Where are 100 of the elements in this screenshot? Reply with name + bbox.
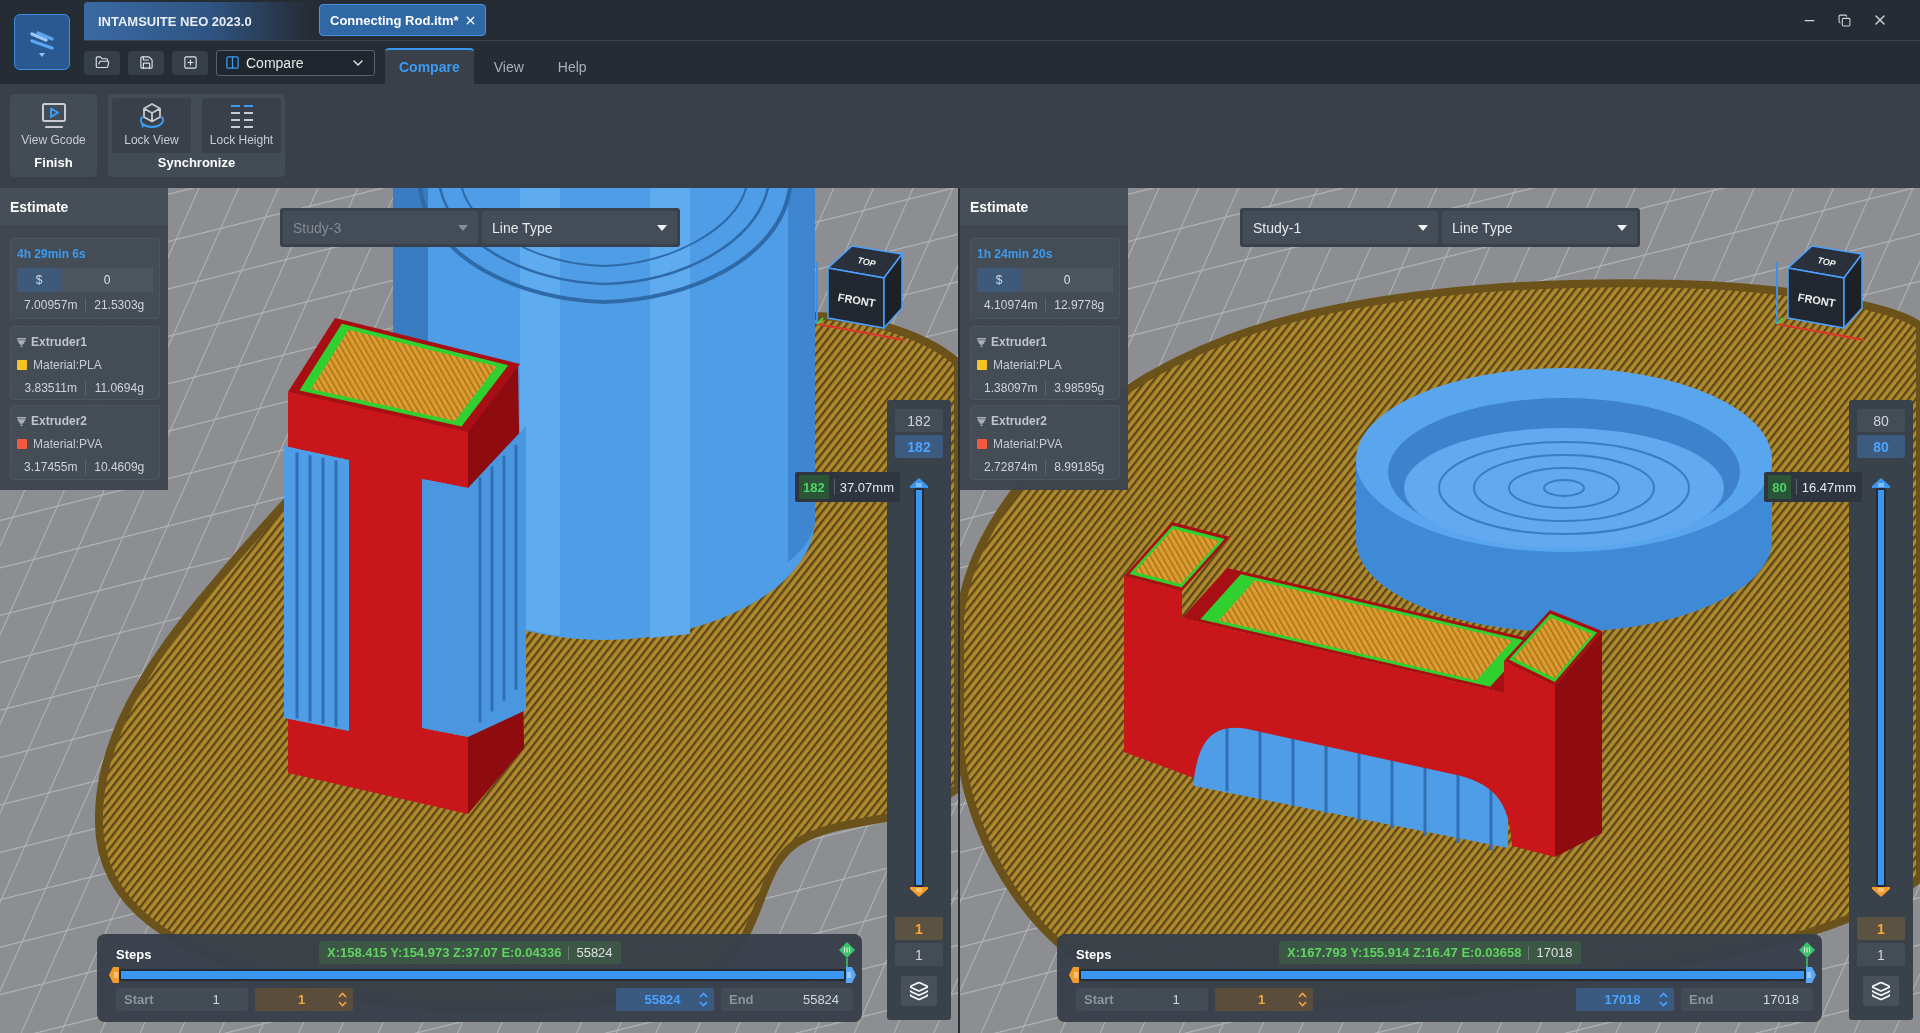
layer-view-button[interactable]: [901, 976, 937, 1006]
lower-layer-field[interactable]: 1: [895, 917, 943, 940]
cost-value: 0: [61, 268, 153, 292]
lower-layer-field[interactable]: 1: [1857, 917, 1905, 940]
caret-icon: [1418, 224, 1428, 231]
cost-value: 0: [1021, 268, 1113, 292]
position-marker[interactable]: [838, 941, 856, 967]
filament-length: 3.17455m: [23, 460, 79, 474]
material-label: Material:PLA: [33, 358, 102, 372]
filament-weight: 3.98595g: [1053, 381, 1106, 395]
end-label: End: [1689, 992, 1715, 1007]
view-cube[interactable]: TOP FRONT: [1772, 238, 1868, 344]
layer-min-value: 1: [1857, 943, 1905, 966]
save-button[interactable]: [128, 50, 164, 75]
plus-square-icon: [182, 55, 198, 70]
steps-title: Steps: [115, 947, 153, 962]
position-marker[interactable]: [1798, 941, 1816, 967]
layer-number: 182: [799, 475, 829, 499]
ribbon-button[interactable]: Lock Height: [202, 98, 281, 153]
restore-icon[interactable]: [1838, 13, 1851, 27]
start-step-handle[interactable]: [109, 967, 119, 983]
position-step: 17018: [1536, 945, 1573, 960]
print-time: 1h 24min 20s: [977, 246, 1054, 262]
start-label: Start: [1084, 992, 1115, 1007]
layer-height: 16.47mm: [1801, 479, 1857, 495]
start-step-field[interactable]: 1: [255, 988, 353, 1011]
filament-weight: 11.0694g: [93, 381, 145, 395]
end-max-value: 55824: [801, 992, 841, 1007]
spin-arrows-icon[interactable]: [338, 992, 347, 1007]
columns-icon: [225, 55, 240, 70]
filament-length: 7.00957m: [23, 298, 79, 312]
end-step-handle[interactable]: [1806, 967, 1816, 983]
spin-arrows-icon[interactable]: [1659, 992, 1668, 1007]
upper-layer-handle[interactable]: [1872, 478, 1890, 488]
nozzle-icon: [977, 416, 986, 426]
caret-icon: [458, 224, 468, 231]
layers-icon: [909, 981, 929, 1001]
nozzle-icon: [977, 337, 986, 347]
folder-icon: [94, 55, 110, 70]
extruder-name: Extruder1: [31, 335, 88, 349]
dropdown-select[interactable]: Line Type: [482, 211, 677, 244]
layer-number: 80: [1768, 475, 1791, 499]
filament-length: 1.38097m: [983, 381, 1039, 395]
view-cube[interactable]: TOP FRONT: [812, 238, 908, 344]
start-min-value: 1: [211, 992, 221, 1007]
layer-max-value: 182: [895, 409, 943, 432]
filament-weight: 12.9778g: [1053, 298, 1106, 312]
start-min-value: 1: [1171, 992, 1181, 1007]
estimate-title: Estimate: [960, 188, 1128, 225]
position-coordinates: X:158.415 Y:154.973 Z:37.07 E:0.04336: [327, 945, 562, 960]
lower-layer-handle[interactable]: [1872, 887, 1890, 897]
extruder-name: Extruder2: [31, 414, 88, 428]
spin-arrows-icon[interactable]: [699, 992, 708, 1007]
material-label: Material:PVA: [993, 437, 1063, 451]
material-label: Material:PLA: [993, 358, 1062, 372]
filament-length: 2.72874m: [983, 460, 1039, 474]
save-icon: [138, 55, 154, 70]
ribbon-button[interactable]: View Gcode: [12, 98, 95, 153]
material-label: Material:PVA: [33, 437, 103, 451]
start-step-field[interactable]: 1: [1215, 988, 1313, 1011]
nozzle-icon: [17, 337, 26, 347]
caret-icon: [657, 224, 667, 231]
open-button[interactable]: [84, 50, 120, 75]
ribbon-button[interactable]: Lock View: [112, 98, 191, 153]
dropdown-select[interactable]: Line Type: [1442, 211, 1637, 244]
menu-tab[interactable]: Help: [543, 48, 601, 84]
layer-min-value: 1: [895, 943, 943, 966]
end-step-handle[interactable]: [846, 967, 856, 983]
mode-select[interactable]: Compare: [216, 49, 375, 76]
ribbon-group-title: Synchronize: [157, 155, 236, 170]
filament-length: 4.10974m: [983, 298, 1039, 312]
filament-weight: 21.5303g: [93, 298, 146, 312]
layer-view-button[interactable]: [1863, 976, 1899, 1006]
lower-layer-handle[interactable]: [910, 887, 928, 897]
start-step-handle[interactable]: [1069, 967, 1079, 983]
app-menu-button[interactable]: [14, 14, 70, 70]
new-button[interactable]: [172, 50, 208, 75]
start-label: Start: [124, 992, 155, 1007]
estimate-title: Estimate: [0, 188, 168, 225]
spin-arrows-icon[interactable]: [1298, 992, 1307, 1007]
caret-icon: [1617, 224, 1627, 231]
filament-weight: 10.4609g: [93, 460, 146, 474]
steps-title: Steps: [1075, 947, 1113, 962]
layers-icon: [1871, 981, 1891, 1001]
dropdown-select[interactable]: Study-1: [1243, 211, 1438, 244]
print-time: 4h 29min 6s: [17, 246, 87, 262]
ribbon-group-title: Finish: [34, 155, 73, 170]
menu-tab[interactable]: View: [479, 48, 538, 84]
nozzle-icon: [17, 416, 26, 426]
position-step: 55824: [576, 945, 613, 960]
currency-label: $: [977, 268, 1021, 292]
end-max-value: 17018: [1761, 992, 1801, 1007]
currency-label: $: [17, 268, 61, 292]
extruder-name: Extruder2: [991, 414, 1048, 428]
menu-tab[interactable]: Compare: [385, 48, 474, 84]
document-tab[interactable]: Connecting Rod.itm*: [319, 4, 486, 36]
position-coordinates: X:167.793 Y:155.914 Z:16.47 E:0.03658: [1287, 945, 1522, 960]
extruder-name: Extruder1: [991, 335, 1048, 349]
end-label: End: [729, 992, 755, 1007]
upper-layer-handle[interactable]: [910, 478, 928, 488]
